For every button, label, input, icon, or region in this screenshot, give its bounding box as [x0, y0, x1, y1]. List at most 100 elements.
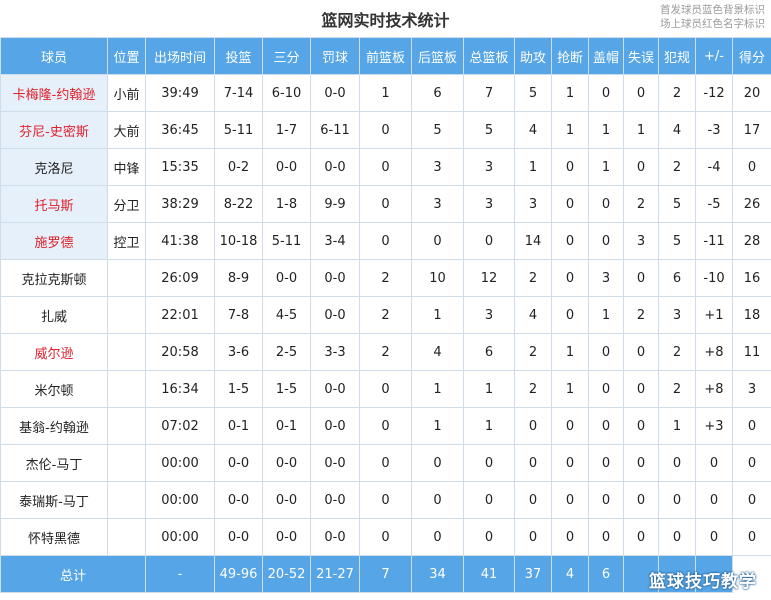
stat-cell: -3 [695, 111, 733, 149]
stat-cell: 0 [658, 481, 696, 519]
stat-cell: 0 [359, 407, 412, 445]
stat-cell: 6 [658, 259, 696, 297]
totals-cell: 41 [463, 555, 515, 593]
stat-cell: 0 [588, 222, 624, 260]
stat-cell: 0-0 [262, 481, 311, 519]
legend-starter-note: 首发球员蓝色背景标识 [660, 4, 765, 16]
column-header[interactable]: 得分 [732, 37, 771, 75]
stat-cell: 0 [463, 222, 515, 260]
player-name[interactable]: 克拉克斯顿 [0, 259, 108, 297]
stat-cell: 11 [732, 333, 771, 371]
column-header[interactable]: 助攻 [514, 37, 552, 75]
stat-cell: 1-7 [262, 111, 311, 149]
stat-cell: 0-0 [310, 518, 360, 556]
stat-cell: 0 [411, 481, 464, 519]
stat-cell: 2 [514, 333, 552, 371]
player-name[interactable]: 卡梅隆-约翰逊 [0, 74, 108, 112]
column-header[interactable]: 总篮板 [463, 37, 515, 75]
stat-cell: 0-0 [214, 444, 263, 482]
totals-cell: 37 [514, 555, 552, 593]
column-header[interactable]: 罚球 [310, 37, 360, 75]
stat-cell: 16:34 [145, 370, 215, 408]
player-name[interactable]: 怀特黑德 [0, 518, 108, 556]
column-header[interactable]: 后篮板 [411, 37, 464, 75]
table-row: 托马斯 分卫 38:29 8-22 1-8 9-9 0 3 3 3 0 0 2 5 -5 26 [0, 185, 771, 223]
stat-cell: 07:02 [145, 407, 215, 445]
totals-cell: 49-96 [214, 555, 263, 593]
stat-cell: -5 [695, 185, 733, 223]
stat-cell: 0 [732, 444, 771, 482]
column-header[interactable]: 盖帽 [588, 37, 624, 75]
column-header[interactable]: 失误 [623, 37, 659, 75]
player-name[interactable]: 米尔顿 [0, 370, 108, 408]
stat-cell: 26:09 [145, 259, 215, 297]
watermark-logo: 篮球技巧教学 [649, 572, 757, 592]
player-position [107, 333, 146, 371]
stat-cell: 15:35 [145, 148, 215, 186]
stat-cell: 3 [732, 370, 771, 408]
stat-cell: 14 [514, 222, 552, 260]
stat-cell: 0 [732, 518, 771, 556]
player-name[interactable]: 泰瑞斯-马丁 [0, 481, 108, 519]
totals-cell: 7 [359, 555, 412, 593]
player-name[interactable]: 克洛尼 [0, 148, 108, 186]
stat-cell: 0 [359, 518, 412, 556]
stat-cell: 0-0 [310, 481, 360, 519]
player-name[interactable]: 芬尼-史密斯 [0, 111, 108, 149]
stat-cell: 0 [695, 481, 733, 519]
table-row: 米尔顿 16:34 1-5 1-5 0-0 0 1 1 2 1 0 0 2 +8 3 [0, 370, 771, 408]
stat-cell: 9-9 [310, 185, 360, 223]
table-row: 泰瑞斯-马丁 00:00 0-0 0-0 0-0 0 0 0 0 0 0 0 0 0 0 [0, 481, 771, 519]
stat-cell: 26 [732, 185, 771, 223]
table-row: 基翁-约翰逊 07:02 0-1 0-1 0-0 0 1 1 0 0 0 0 1 +3 0 [0, 407, 771, 445]
stat-cell: 0 [623, 518, 659, 556]
stat-cell: 2 [359, 296, 412, 334]
player-name[interactable]: 扎威 [0, 296, 108, 334]
stat-cell: 0-0 [262, 518, 311, 556]
stat-cell: 18 [732, 296, 771, 334]
column-header[interactable]: +/- [695, 37, 733, 75]
stat-cell: 7-14 [214, 74, 263, 112]
stat-cell: 5 [658, 222, 696, 260]
stat-cell: 1-5 [214, 370, 263, 408]
totals-cell: 21-27 [310, 555, 360, 593]
player-name[interactable]: 托马斯 [0, 185, 108, 223]
stat-cell: 6 [411, 74, 464, 112]
stat-cell: 2 [623, 296, 659, 334]
stat-cell: 0 [359, 222, 412, 260]
column-header[interactable]: 位置 [107, 37, 146, 75]
player-name[interactable]: 施罗德 [0, 222, 108, 260]
stat-cell: 0 [359, 444, 412, 482]
stat-cell: 41:38 [145, 222, 215, 260]
stat-cell: 0 [551, 222, 589, 260]
stat-cell: 1 [551, 74, 589, 112]
column-header[interactable]: 犯规 [658, 37, 696, 75]
player-name[interactable]: 基翁-约翰逊 [0, 407, 108, 445]
column-header[interactable]: 三分 [262, 37, 311, 75]
table-row: 芬尼-史密斯 大前 36:45 5-11 1-7 6-11 0 5 5 4 1 1 1 4 -3 17 [0, 111, 771, 149]
table-row: 威尔逊 20:58 3-6 2-5 3-3 2 4 6 2 1 0 0 2 +8 11 [0, 333, 771, 371]
stat-cell: -11 [695, 222, 733, 260]
column-header[interactable]: 出场时间 [145, 37, 215, 75]
stat-cell: 0-0 [310, 407, 360, 445]
player-name[interactable]: 杰伦-马丁 [0, 444, 108, 482]
player-name[interactable]: 威尔逊 [0, 333, 108, 371]
column-header[interactable]: 投篮 [214, 37, 263, 75]
stat-cell: 6 [463, 333, 515, 371]
stat-cell: 0 [623, 481, 659, 519]
stat-cell: 0 [551, 407, 589, 445]
stat-cell: 1 [588, 111, 624, 149]
stat-cell: 0 [551, 148, 589, 186]
stat-cell: 0 [695, 518, 733, 556]
column-header[interactable]: 前篮板 [359, 37, 412, 75]
stat-cell: 3-4 [310, 222, 360, 260]
table-row: 怀特黑德 00:00 0-0 0-0 0-0 0 0 0 0 0 0 0 0 0 0 [0, 518, 771, 556]
column-header[interactable]: 球员 [0, 37, 108, 75]
stats-table: 球员 位置 出场时间 投篮 三分 罚球 前篮板 后篮板 总篮板 助攻 抢断 盖帽 失误 犯规 +/- 得分 卡… [0, 37, 771, 593]
table-row: 杰伦-马丁 00:00 0-0 0-0 0-0 0 0 0 0 0 0 0 0 0 0 [0, 444, 771, 482]
stat-cell: 0-0 [310, 370, 360, 408]
stat-cell: 1-8 [262, 185, 311, 223]
column-header[interactable]: 抢断 [551, 37, 589, 75]
stat-cell: +8 [695, 333, 733, 371]
stat-cell: 0 [551, 444, 589, 482]
